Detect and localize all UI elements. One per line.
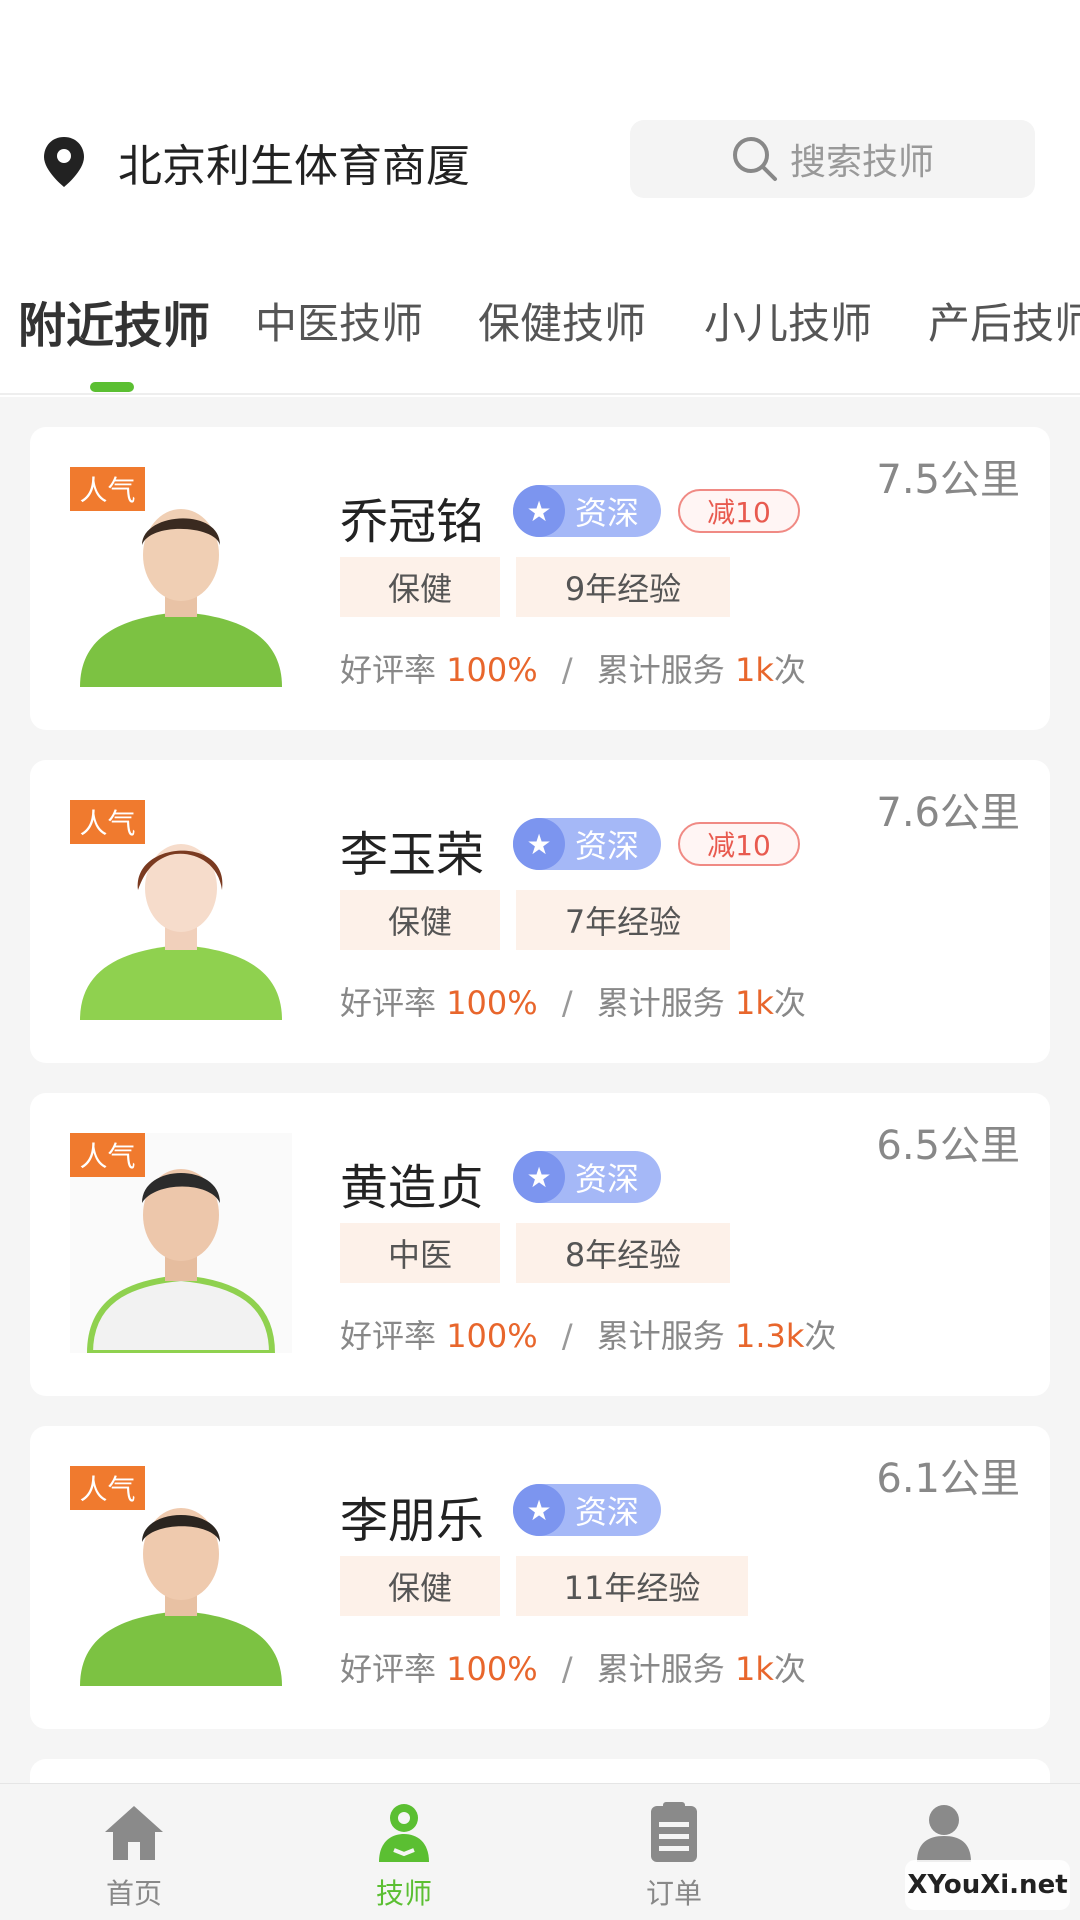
- popular-badge: 人气: [70, 1466, 145, 1510]
- rating-label: 好评率: [340, 1650, 437, 1688]
- senior-label: 资深: [575, 1160, 640, 1198]
- home-icon: [105, 1806, 163, 1860]
- service-label: 累计服务: [596, 1650, 725, 1688]
- nav-orders-label: 订单: [645, 1877, 702, 1910]
- service-count: 1.3k: [734, 1317, 805, 1355]
- service-unit: 次: [773, 984, 806, 1022]
- stats-line: 好评率 100% / 累计服务 1.3k次: [340, 1311, 836, 1357]
- order-icon: [651, 1802, 697, 1862]
- technician-photo: 人气: [70, 1133, 292, 1353]
- separator: /: [561, 651, 573, 689]
- discount-badge: 减10: [678, 489, 800, 533]
- nav-technician-label: 技师: [375, 1877, 432, 1910]
- rating-label: 好评率: [340, 984, 437, 1022]
- technician-list[interactable]: 人气 乔冠铭 ★ 资深 减10 7.5公里 保健 9年经验 好评率 100% /…: [0, 397, 1080, 1783]
- service-label: 累计服务: [596, 984, 725, 1022]
- technician-card[interactable]: 人气 乔冠铭 ★ 资深 减10 7.5公里 保健 9年经验 好评率 100% /…: [30, 427, 1050, 730]
- experience-tag: 9年经验: [516, 557, 730, 617]
- user-icon: [917, 1805, 971, 1862]
- star-icon: ★: [513, 1484, 565, 1536]
- senior-label: 资深: [575, 827, 640, 865]
- category-tag: 中医: [340, 1223, 500, 1283]
- search-placeholder: 搜索技师: [790, 142, 935, 183]
- technician-photo: 人气: [70, 800, 292, 1020]
- category-tabs: 附近技师 中医技师 保健技师 小儿技师 产后技师: [0, 280, 1080, 395]
- technician-card[interactable]: 人气 黄造贞 ★ 资深 6.5公里 中医 8年经验 好评率 100% / 累计服…: [30, 1093, 1050, 1396]
- nav-technician[interactable]: 技师: [324, 1798, 484, 1912]
- distance-label: 7.5公里: [876, 457, 1020, 503]
- technician-card[interactable]: 人气 李朋乐 ★ 资深 6.1公里 保健 11年经验 好评率 100% / 累计…: [30, 1426, 1050, 1729]
- rating-value: 100%: [446, 1650, 538, 1688]
- service-unit: 次: [773, 651, 806, 689]
- rating-value: 100%: [446, 984, 538, 1022]
- star-icon: ★: [513, 818, 565, 870]
- nav-home[interactable]: 首页: [54, 1798, 214, 1912]
- active-tab-indicator: [90, 382, 134, 392]
- technician-card[interactable]: [30, 1759, 1050, 1783]
- rating-value: 100%: [446, 651, 538, 689]
- experience-tag: 11年经验: [516, 1556, 748, 1616]
- tab-nearby[interactable]: 附近技师: [18, 286, 210, 356]
- rating-label: 好评率: [340, 1317, 437, 1355]
- nav-orders[interactable]: 订单: [594, 1798, 754, 1912]
- stats-line: 好评率 100% / 累计服务 1k次: [340, 1644, 806, 1690]
- technician-card[interactable]: 人气 李玉荣 ★ 资深 减10 7.6公里 保健 7年经验 好评率 100% /…: [30, 760, 1050, 1063]
- nav-home-label: 首页: [105, 1877, 162, 1910]
- experience-tag: 7年经验: [516, 890, 730, 950]
- separator: /: [561, 1650, 573, 1688]
- service-count: 1k: [734, 651, 774, 689]
- service-count: 1k: [734, 1650, 774, 1688]
- technician-name: 乔冠铭: [340, 494, 485, 550]
- distance-label: 6.1公里: [876, 1456, 1020, 1502]
- service-label: 累计服务: [596, 651, 725, 689]
- senior-badge: ★ 资深: [513, 818, 661, 870]
- service-unit: 次: [804, 1317, 837, 1355]
- popular-badge: 人气: [70, 800, 145, 844]
- senior-label: 资深: [575, 494, 640, 532]
- rating-label: 好评率: [340, 651, 437, 689]
- service-label: 累计服务: [596, 1317, 725, 1355]
- search-icon: [733, 137, 777, 181]
- technician-photo: 人气: [70, 467, 292, 687]
- tab-tcm[interactable]: 中医技师: [255, 290, 423, 351]
- location-label: 北京利生体育商厦: [118, 141, 470, 192]
- technician-name: 李朋乐: [340, 1493, 485, 1549]
- top-header: 北京利生体育商厦 搜索技师: [0, 0, 1080, 250]
- popular-badge: 人气: [70, 467, 145, 511]
- star-icon: ★: [513, 485, 565, 537]
- distance-label: 7.6公里: [876, 790, 1020, 836]
- technician-name: 黄造贞: [340, 1160, 485, 1216]
- category-tag: 保健: [340, 1556, 500, 1616]
- watermark: XYouXi.net: [905, 1860, 1070, 1910]
- service-count: 1k: [734, 984, 774, 1022]
- rating-value: 100%: [446, 1317, 538, 1355]
- category-tag: 保健: [340, 557, 500, 617]
- tab-pediatric[interactable]: 小儿技师: [704, 290, 872, 351]
- experience-tag: 8年经验: [516, 1223, 730, 1283]
- senior-badge: ★ 资深: [513, 1151, 661, 1203]
- location-pin-icon: [44, 137, 84, 187]
- separator: /: [561, 1317, 573, 1355]
- separator: /: [561, 984, 573, 1022]
- location-selector[interactable]: 北京利生体育商厦: [40, 130, 470, 194]
- tab-health[interactable]: 保健技师: [478, 290, 646, 351]
- star-icon: ★: [513, 1151, 565, 1203]
- technician-icon: [379, 1804, 429, 1862]
- popular-badge: 人气: [70, 1133, 145, 1177]
- service-unit: 次: [773, 1650, 806, 1688]
- discount-badge: 减10: [678, 822, 800, 866]
- distance-label: 6.5公里: [876, 1123, 1020, 1169]
- senior-badge: ★ 资深: [513, 1484, 661, 1536]
- stats-line: 好评率 100% / 累计服务 1k次: [340, 978, 806, 1024]
- search-box[interactable]: 搜索技师: [630, 120, 1035, 198]
- stats-line: 好评率 100% / 累计服务 1k次: [340, 645, 806, 691]
- technician-photo: 人气: [70, 1466, 292, 1686]
- category-tag: 保健: [340, 890, 500, 950]
- senior-label: 资深: [575, 1493, 640, 1531]
- technician-name: 李玉荣: [340, 827, 485, 883]
- tab-postpartum[interactable]: 产后技师: [928, 290, 1080, 351]
- senior-badge: ★ 资深: [513, 485, 661, 537]
